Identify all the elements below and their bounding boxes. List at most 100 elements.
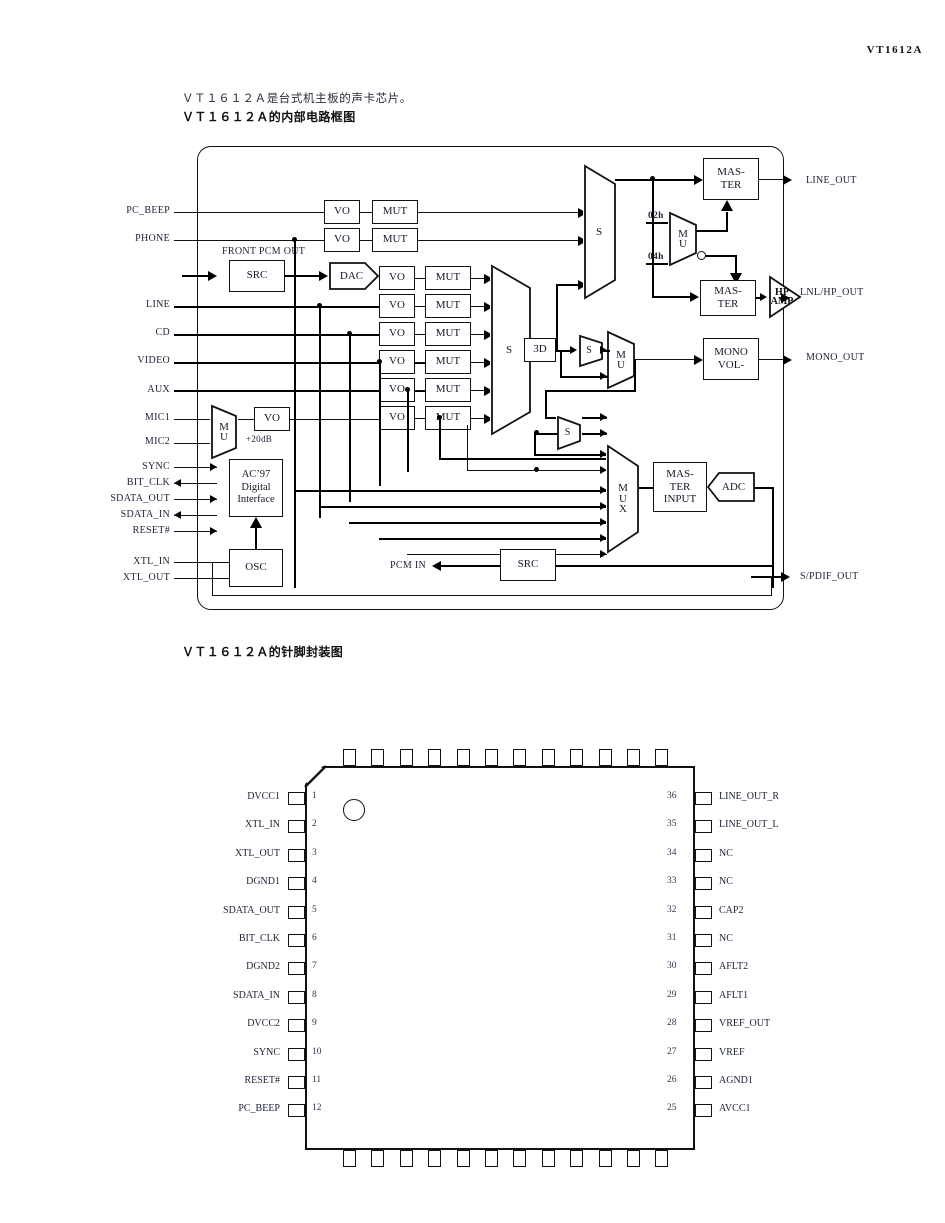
wire-recsum-bypass [534, 454, 607, 457]
arrow-mux-up [721, 200, 733, 211]
wire-bus-1 [294, 490, 607, 493]
package-pin-bottom-11 [627, 1150, 640, 1167]
wire-recmux-to-masterinput [638, 487, 654, 490]
package-pin-name-vref_out-28: VREF_OUT [719, 1018, 771, 1030]
package-pin-top-7 [513, 749, 527, 766]
wire-mut-out-2 [418, 240, 583, 242]
wire-cd [174, 334, 409, 337]
front-pcm-out-label: FRONT PCM OUT [222, 246, 306, 257]
mono-mu-line-2: U [617, 359, 625, 371]
wire-bottom-rail-h [212, 595, 772, 597]
block-mut-5: MUT [425, 322, 471, 346]
record-mux-line-3: X [619, 503, 627, 516]
ac97-line-2: Digital [241, 481, 271, 493]
package-pin-name-avcc1-25: AVCC1 [719, 1103, 751, 1115]
mux-select-02h-label: 02h [648, 211, 664, 221]
wire-mut-out-5 [471, 334, 485, 336]
block-record-mux-label: M U X [606, 444, 640, 554]
package-pin-top-11 [627, 749, 640, 766]
arrow-recmux-in1 [600, 429, 607, 437]
wire-bottom-rail-v [212, 562, 214, 596]
arrow-monomu-in2 [600, 372, 607, 380]
package-pin-bottom-6 [485, 1150, 498, 1167]
output-label-mono-out: MONO_OUT [806, 352, 865, 363]
wire-vo-mut-5 [415, 334, 425, 336]
master-input-line-1: MAS- [666, 468, 694, 481]
wire-mic1 [174, 419, 210, 421]
package-pin-number-32: 32 [667, 904, 677, 915]
package-pin-number-34: 34 [667, 847, 677, 858]
package-pin-name-bit_clk: BIT_CLK [238, 933, 280, 944]
package-pin-right-35 [695, 820, 712, 834]
package-pin-left-5 [288, 905, 305, 919]
block-mut-2: MUT [372, 228, 418, 252]
package-pin-name-pc_beep: PC_BEEP [238, 1103, 280, 1115]
package-pin-left-3 [288, 848, 305, 862]
package-pin-number-10: 10 [312, 1046, 322, 1057]
block-upper-sum-label: S [595, 225, 603, 238]
mono-vol-line-1: MONO [714, 346, 748, 359]
block-record-mux: M U X [606, 444, 640, 554]
master-bottom-line-2: TER [717, 298, 739, 310]
block-mono-vol: MONO VOL- [703, 338, 759, 380]
package-pin-left-11 [288, 1076, 305, 1089]
input-label-pc-beep: PC_BEEP [126, 205, 170, 216]
input-label-xtl-out: XTL_OUT [122, 572, 170, 583]
input-label-reset: RESET# [132, 525, 170, 536]
package-pin-number-29: 29 [667, 989, 677, 1000]
arrow-line-out [783, 175, 792, 185]
block-src-input: SRC [229, 260, 285, 292]
package-pin-number-4: 4 [312, 876, 317, 887]
block-master-top: MAS- TER [703, 158, 759, 200]
package-pin-number-3: 3 [312, 847, 317, 858]
wire-04h [646, 263, 670, 266]
package-pin-top-4 [428, 749, 442, 766]
package-pin-right-26 [695, 1076, 712, 1089]
input-label-sdata-in: SDATA_IN [120, 509, 170, 520]
wire-mic-vo-out [290, 419, 379, 421]
package-pin-right-33 [695, 877, 712, 891]
package-pin-name-dgnd2: DGND2 [246, 961, 280, 973]
package-diagram-title: ＶＴ１６１２Ａ的针脚封装图 [182, 645, 344, 659]
package-pin-number-1: 1 [312, 791, 317, 801]
package-body [305, 766, 695, 1150]
package-pin-name-dgnd1: DGND1 [246, 876, 280, 888]
package-pin-bottom-8 [541, 1150, 555, 1167]
ac97-line-3: Interface [237, 494, 275, 506]
package-pin-right-25 [695, 1104, 712, 1118]
package-pin-top-2 [371, 749, 385, 766]
wire-recfeed-v [545, 390, 548, 418]
wire-3d-up [556, 284, 559, 350]
block-dac-label: DAC [339, 270, 364, 282]
block-vo-1: VO [324, 200, 360, 224]
package-pin-top-12 [655, 749, 669, 766]
block-mut-8: MUT [425, 406, 471, 430]
output-label-line-out: LINE_OUT [806, 175, 857, 186]
wire-mux-up-v [726, 212, 729, 232]
wire-mixer-rec-v [467, 425, 469, 470]
arrow-recmux-in0 [600, 413, 607, 421]
package-pin-name-dvcc2: DVCC2 [247, 1018, 280, 1030]
package-pin-number-26: 26 [667, 1075, 677, 1085]
arrow-pcm-in [432, 561, 441, 571]
package-pin-left-9 [288, 1019, 305, 1033]
pin-one-indicator [343, 799, 365, 821]
block-dac: DAC [329, 262, 380, 290]
wire-line-down [319, 306, 322, 518]
package-pin-bottom-4 [428, 1150, 442, 1167]
wire-vo-mut-7 [415, 390, 425, 392]
package-pin-number-31: 31 [667, 933, 677, 943]
package-pin-name-dvcc1: DVCC1 [247, 791, 280, 802]
package-pin-left-1 [288, 792, 305, 805]
input-label-sync: SYNC [142, 461, 170, 472]
package-pin-top-3 [399, 749, 413, 766]
package-pin-number-8: 8 [312, 989, 317, 1000]
package-pin-top-6 [485, 749, 498, 766]
wire-mut-out-4 [471, 306, 485, 308]
block-adc-label: ADC [721, 481, 746, 493]
arrow-master2-in [690, 292, 699, 302]
package-pin-top-1 [343, 749, 356, 766]
package-pin-name-xtl_out: XTL_OUT [235, 847, 280, 859]
wire-mut-out-7 [471, 390, 485, 392]
pcm-in-label: PCM IN [390, 560, 426, 571]
